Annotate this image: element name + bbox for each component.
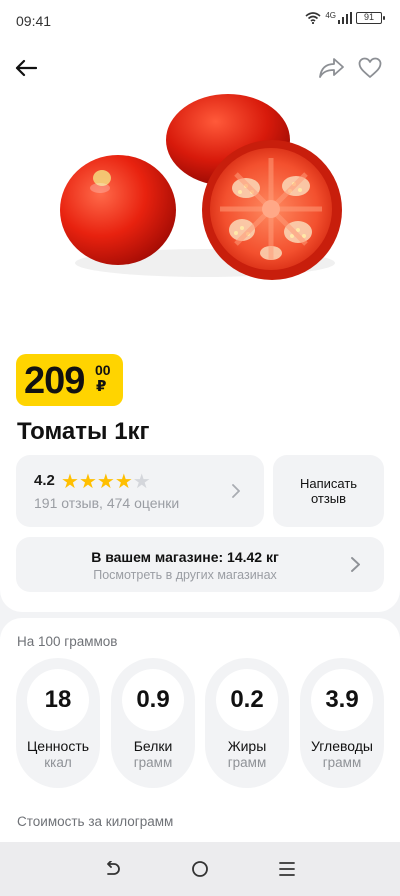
heart-icon [358,57,382,78]
network-type: 4G [325,10,336,20]
store-availability-card[interactable]: В вашем магазине: 14.42 кг Посмотреть в … [16,537,384,592]
nutrition-value: 18 [27,669,89,731]
back-icon [107,861,121,875]
store-availability: В вашем магазине: 14.42 кг [91,549,279,565]
nutrition-item-protein: 0.9 Белки грамм [111,658,195,788]
nutrition-unit: грамм [227,755,267,770]
nutrition-name: Белки [133,738,173,754]
nutrition-value: 0.9 [122,669,184,731]
star-empty-icon: ★ [132,471,151,493]
star-icon: ★ [61,471,79,493]
nav-back-button[interactable] [95,851,131,887]
nutrition-item-carbs: 3.9 Углеводы грамм [300,658,384,788]
back-button[interactable] [8,50,44,86]
rating-value: 4.2 [34,472,55,489]
star-icon: ★ [96,471,115,493]
battery-icon: 91 [356,12,385,24]
nutrition-name: Жиры [227,738,267,754]
menu-icon [278,862,295,876]
battery-level: 91 [363,12,374,22]
signal-icon [338,12,352,24]
nav-menu-button[interactable] [269,851,305,887]
chevron-right-icon [351,557,360,572]
write-review-label: Написать отзыв [299,476,358,506]
home-circle-icon [192,861,208,877]
nutrition-item-calories: 18 Ценность ккал [16,658,100,788]
nutrition-name: Углеводы [310,738,373,754]
arrow-left-icon [15,59,37,77]
product-title: Томаты 1кг [17,418,150,445]
rating-stars: ★★★★★ [61,469,151,494]
nutrition-name: Ценность [26,738,90,754]
status-time: 09:41 [16,13,52,29]
nutrition-value: 0.2 [216,669,278,731]
favorite-button[interactable] [352,50,388,86]
share-icon [319,58,344,78]
nutrition-item-fat: 0.2 Жиры грамм [205,658,289,788]
rating-summary: 191 отзыв, 474 оценки [34,495,180,511]
nutrition-header: На 100 граммов [17,634,118,649]
price-main: 209 [24,360,85,402]
chevron-right-icon [232,484,240,498]
rating-card[interactable]: 4.2 ★★★★★ 191 отзыв, 474 оценки [16,455,264,527]
share-button[interactable] [314,50,350,86]
nutrition-unit: грамм [322,755,362,770]
tomatoes-image [60,94,342,280]
write-review-button[interactable]: Написать отзыв [273,455,384,527]
star-icon: ★ [114,471,133,493]
star-icon: ★ [78,471,97,493]
currency-symbol: ₽ [96,378,107,395]
system-nav-bar [0,842,400,896]
cost-per-kg-header: Стоимость за килограмм [17,814,174,829]
nutrition-value: 3.9 [311,669,373,731]
nutrition-unit: ккал [44,755,72,770]
price-tag: 209 00 ₽ [16,354,123,406]
nutrition-unit: грамм [133,755,173,770]
nav-home-button[interactable] [182,851,218,887]
status-icons: 4G 91 [305,10,385,24]
wifi-icon [305,12,321,24]
price-cents: 00 [95,362,111,378]
status-bar: 09:41 4G 91 [0,0,400,44]
other-stores-link: Посмотреть в других магазинах [93,568,277,582]
